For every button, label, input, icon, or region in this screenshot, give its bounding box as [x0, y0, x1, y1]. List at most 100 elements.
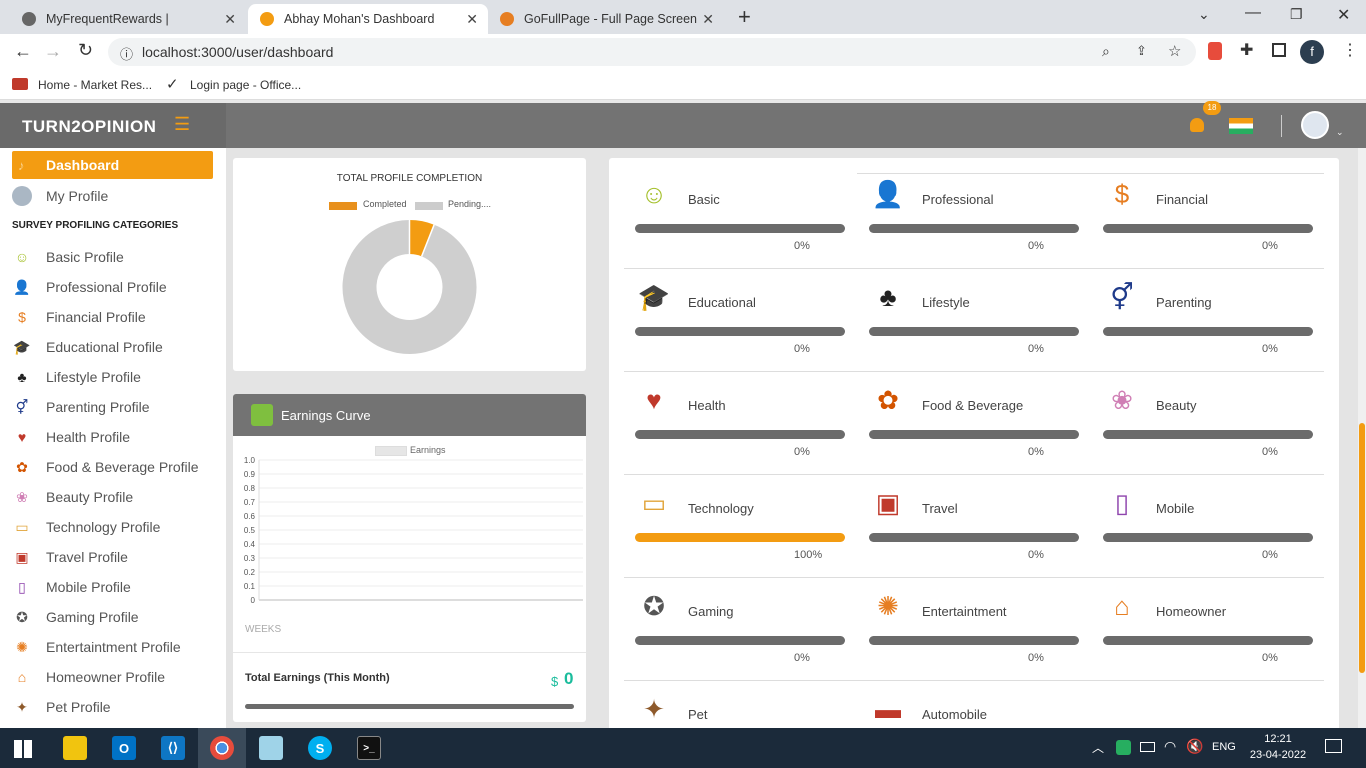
page-scrollbar[interactable] [1358, 148, 1366, 728]
sidebar-item-parenting-profile[interactable]: ⚥ Parenting Profile [12, 393, 213, 421]
category-parenting[interactable]: ⚥ Parenting 0% [1092, 271, 1325, 371]
category-financial[interactable]: $ Financial 0% [1092, 168, 1325, 268]
category-name: Gaming [688, 604, 734, 619]
battery-icon[interactable] [1140, 742, 1155, 752]
category-mobile[interactable]: ▯ Mobile 0% [1092, 477, 1325, 577]
bookmark-star-icon[interactable]: ☆ [1168, 42, 1181, 60]
reload-icon[interactable]: ↻ [78, 40, 93, 61]
sidebar-item-travel-profile[interactable]: ▣ Travel Profile [12, 543, 213, 571]
windows-start-icon[interactable] [14, 740, 32, 758]
bookmark-link[interactable]: Home - Market Res... [38, 78, 152, 92]
sidebar-item-technology-profile[interactable]: ▭ Technology Profile [12, 513, 213, 541]
sidebar-item-label: Parenting Profile [46, 399, 150, 415]
category-entertaintment[interactable]: ✺ Entertaintment 0% [858, 580, 1091, 680]
donut-slice-completed[interactable] [408, 220, 435, 257]
sidebar-item-financial-profile[interactable]: $ Financial Profile [12, 303, 213, 331]
row-divider [624, 680, 1324, 681]
category-pet[interactable]: ✦ Pet [624, 683, 857, 728]
sidepanel-icon[interactable] [1272, 43, 1286, 57]
back-icon[interactable]: ← [14, 41, 32, 62]
file-explorer-icon[interactable] [63, 736, 87, 760]
minimize-icon[interactable]: — [1245, 4, 1261, 22]
chevron-down-icon[interactable]: ⌄ [1336, 127, 1344, 138]
category-progress-bar [869, 224, 1079, 233]
category-progress-bar [869, 533, 1079, 542]
category-beauty[interactable]: ❀ Beauty 0% [1092, 374, 1325, 474]
browser-tab[interactable]: MyFrequentRewards | ✕ [10, 4, 246, 34]
close-icon[interactable]: ✕ [224, 11, 236, 28]
sidebar-item-mobile-profile[interactable]: ▯ Mobile Profile [12, 573, 213, 601]
category-automobile[interactable]: ▬ Automobile [858, 683, 1091, 728]
browser-tab-active[interactable]: Abhay Mohan's Dashboard ✕ [248, 4, 488, 34]
vscode-icon[interactable]: ⟨⟩ [161, 736, 185, 760]
info-icon[interactable]: ⓘ [120, 44, 133, 63]
category-professional[interactable]: 👤 Professional 0% [858, 168, 1091, 268]
close-icon[interactable]: ✕ [466, 11, 478, 28]
profile-avatar[interactable]: f [1300, 40, 1324, 64]
india-flag-icon[interactable] [1229, 118, 1253, 134]
sidebar-item-pet-profile[interactable]: ✦ Pet Profile [12, 693, 213, 721]
share-icon[interactable]: ⇪ [1136, 43, 1147, 59]
hamburger-icon[interactable]: ☰ [174, 114, 190, 135]
sidebar-item-label: Food & Beverage Profile [46, 459, 199, 475]
sidebar-item-health-profile[interactable]: ♥ Health Profile [12, 423, 213, 451]
forward-icon[interactable]: → [44, 41, 62, 62]
clock-time[interactable]: 12:21 [1254, 733, 1302, 745]
restore-icon[interactable]: ❐ [1290, 6, 1303, 23]
browser-tab[interactable]: GoFullPage - Full Page Screen Ca ✕ [488, 4, 724, 34]
category-educational[interactable]: 🎓 Educational 0% [624, 271, 857, 371]
category-technology[interactable]: ▭ Technology 100% [624, 477, 857, 577]
notepad-icon[interactable] [259, 736, 283, 760]
app-logo[interactable]: TURN2OPINION [22, 117, 156, 137]
clock-date[interactable]: 23-04-2022 [1244, 749, 1312, 761]
chrome-icon[interactable] [210, 736, 234, 760]
bell-icon[interactable] [1190, 118, 1204, 132]
sidebar-item-label: Pet Profile [46, 699, 111, 715]
sidebar-item-my-profile[interactable]: My Profile [12, 182, 213, 210]
category-gaming[interactable]: ✪ Gaming 0% [624, 580, 857, 680]
terminal-icon[interactable]: >_ [357, 736, 381, 760]
wifi-icon[interactable]: ◠ [1164, 738, 1176, 755]
tab-label: Abhay Mohan's Dashboard [284, 12, 435, 26]
site-favicon-icon [260, 12, 274, 26]
outlook-icon[interactable]: O [112, 736, 136, 760]
extension-icon[interactable] [1208, 42, 1222, 60]
mobile-icon: ▯ [1114, 487, 1130, 518]
skype-icon[interactable]: S [308, 736, 332, 760]
sidebar-item-lifestyle-profile[interactable]: ♣ Lifestyle Profile [12, 363, 213, 391]
browser-tab-strip: MyFrequentRewards | ✕ Abhay Mohan's Dash… [0, 0, 1366, 34]
sidebar-item-gaming-profile[interactable]: ✪ Gaming Profile [12, 603, 213, 631]
category-lifestyle[interactable]: ♣ Lifestyle 0% [858, 271, 1091, 371]
sidebar-item-label: Beauty Profile [46, 489, 134, 505]
zoom-icon[interactable]: ⌕ [1102, 43, 1110, 60]
chevron-up-icon[interactable]: ︿ [1092, 739, 1104, 756]
window-close-icon[interactable]: ✕ [1337, 5, 1350, 25]
category-travel[interactable]: ▣ Travel 0% [858, 477, 1091, 577]
security-icon[interactable] [1116, 740, 1131, 755]
categories-card: ☺ Basic 0% 👤 Professional 0% $ Financial 0% 🎓 Educ… [609, 158, 1339, 728]
user-avatar[interactable] [1301, 111, 1329, 139]
category-food-beverage[interactable]: ✿ Food & Beverage 0% [858, 374, 1091, 474]
bookmark-link[interactable]: Login page - Office... [190, 78, 301, 92]
sidebar-item-entertaintment-profile[interactable]: ✺ Entertaintment Profile [12, 633, 213, 661]
language-indicator[interactable]: ENG [1212, 741, 1236, 753]
tab-search-icon[interactable]: ⌄ [1198, 6, 1210, 23]
kebab-menu-icon[interactable]: ⋮ [1342, 40, 1358, 60]
close-icon[interactable]: ✕ [702, 11, 714, 28]
category-homeowner[interactable]: ⌂ Homeowner 0% [1092, 580, 1325, 680]
sidebar-item-professional-profile[interactable]: 👤 Professional Profile [12, 273, 213, 301]
new-tab-icon[interactable]: + [738, 4, 751, 30]
category-health[interactable]: ♥ Health 0% [624, 374, 857, 474]
scrollbar-thumb[interactable] [1359, 423, 1365, 673]
volume-icon[interactable]: 🔇 [1186, 738, 1203, 755]
sidebar-item-educational-profile[interactable]: 🎓 Educational Profile [12, 333, 213, 361]
notification-center-icon[interactable] [1325, 739, 1342, 753]
sidebar-item-homeowner-profile[interactable]: ⌂ Homeowner Profile [12, 663, 213, 691]
sidebar-item-beauty-profile[interactable]: ❀ Beauty Profile [12, 483, 213, 511]
sidebar-item-food-beverage-profile[interactable]: ✿ Food & Beverage Profile [12, 453, 213, 481]
sidebar-item-dashboard[interactable]: ♪ Dashboard [12, 151, 213, 179]
category-basic[interactable]: ☺ Basic 0% [624, 168, 857, 268]
url-field[interactable]: ⓘ localhost:3000/user/dashboard ⌕ ⇪ ☆ [108, 38, 1196, 66]
sidebar-item-basic-profile[interactable]: ☺ Basic Profile [12, 243, 213, 271]
puzzle-icon[interactable]: ✚ [1240, 40, 1253, 60]
